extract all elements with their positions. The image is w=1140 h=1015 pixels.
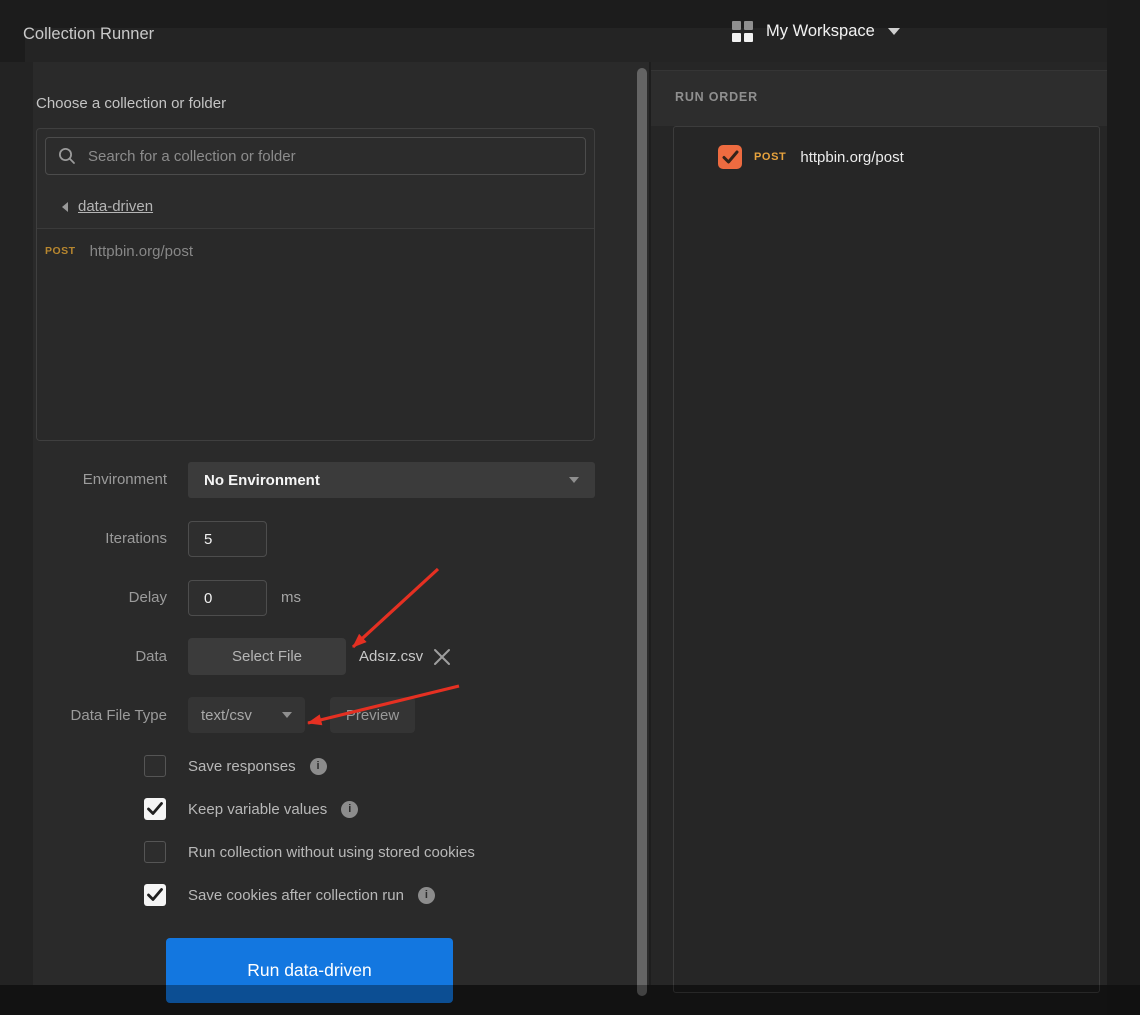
run-without-stored-cookies-checkbox[interactable] (144, 841, 166, 863)
request-list: POST httpbin.org/post (37, 229, 594, 440)
search-icon (58, 147, 76, 165)
preview-button[interactable]: Preview (330, 697, 415, 733)
header-band (25, 28, 1107, 62)
collection-runner-window: Collection Runner My Workspace Choose a … (0, 0, 1140, 1015)
delay-unit-label: ms (281, 589, 301, 606)
iterations-input[interactable] (188, 521, 267, 557)
option-row-save-responses: Save responses (144, 755, 327, 777)
info-icon[interactable] (341, 801, 358, 818)
choose-collection-label: Choose a collection or folder (36, 95, 226, 112)
option-label: Save cookies after collection run (188, 887, 404, 904)
environment-select[interactable]: No Environment (188, 462, 595, 498)
option-label: Save responses (188, 758, 296, 775)
search-row (37, 129, 594, 185)
data-file-type-label: Data File Type (33, 707, 167, 724)
chevron-down-icon (282, 712, 292, 718)
info-icon[interactable] (418, 887, 435, 904)
data-file-type-select[interactable]: text/csv (188, 697, 305, 733)
breadcrumb[interactable]: data-driven (37, 185, 594, 229)
collection-chooser: data-driven POST httpbin.org/post (36, 128, 595, 441)
request-url: httpbin.org/post (800, 149, 903, 166)
data-file-name: Adsız.csv (359, 648, 423, 665)
check-icon (147, 888, 163, 902)
workspace-label: My Workspace (766, 22, 875, 41)
workspace-switcher[interactable]: My Workspace (732, 21, 900, 42)
save-cookies-checkbox[interactable] (144, 884, 166, 906)
list-item[interactable]: POST httpbin.org/post (37, 229, 594, 273)
environment-value: No Environment (204, 472, 569, 489)
iterations-label: Iterations (33, 530, 167, 547)
run-order-item[interactable]: POST httpbin.org/post (718, 145, 1099, 169)
breadcrumb-label: data-driven (78, 198, 153, 215)
environment-label: Environment (33, 471, 167, 488)
bottom-dim-overlay (0, 985, 1140, 1015)
page-title: Collection Runner (23, 25, 154, 44)
option-row-keep-variable-values: Keep variable values (144, 798, 358, 820)
run-order-checkbox[interactable] (718, 145, 742, 169)
scrollbar-thumb[interactable] (637, 68, 647, 996)
keep-variable-values-checkbox[interactable] (144, 798, 166, 820)
back-arrow-icon (62, 202, 68, 212)
check-icon (147, 802, 163, 816)
option-label: Run collection without using stored cook… (188, 844, 475, 861)
background-app-edge (1107, 0, 1140, 1015)
data-label: Data (33, 648, 167, 665)
remove-file-icon[interactable] (433, 648, 451, 666)
chevron-down-icon (888, 28, 900, 35)
info-icon[interactable] (310, 758, 327, 775)
data-file-type-value: text/csv (201, 707, 282, 724)
method-badge: POST (45, 245, 76, 257)
delay-label: Delay (33, 589, 167, 606)
chevron-down-icon (569, 477, 579, 483)
option-label: Keep variable values (188, 801, 327, 818)
select-file-button[interactable]: Select File (188, 638, 346, 675)
run-order-list: POST httpbin.org/post (673, 126, 1100, 993)
search-input[interactable] (88, 148, 573, 165)
delay-input[interactable] (188, 580, 267, 616)
workspace-grid-icon (732, 21, 753, 42)
search-field-wrapper (45, 137, 586, 175)
request-url: httpbin.org/post (90, 243, 193, 260)
left-margin (0, 62, 33, 985)
method-badge: POST (754, 151, 786, 163)
option-row-save-cookies: Save cookies after collection run (144, 884, 435, 906)
save-responses-checkbox[interactable] (144, 755, 166, 777)
option-row-run-without-cookies: Run collection without using stored cook… (144, 841, 475, 863)
check-icon (722, 150, 739, 165)
run-order-title: RUN ORDER (675, 90, 758, 104)
